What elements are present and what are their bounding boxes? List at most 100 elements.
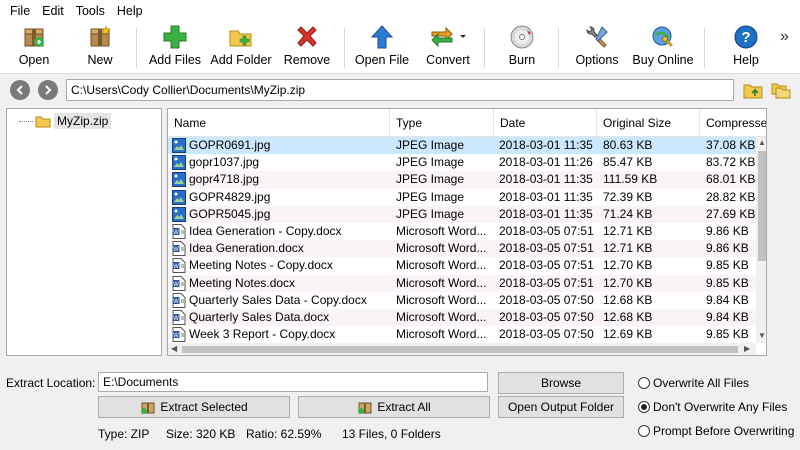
radio-overwrite-all[interactable]: Overwrite All Files [638,376,749,390]
extract-selected-label: Extract Selected [160,400,248,414]
file-name: Week 3 Report - Copy.docx [189,327,336,342]
options-button[interactable]: Options [572,24,622,72]
table-row[interactable]: GOPR4829.jpg JPEG Image 2018-03-01 11:35 72… [168,189,756,206]
up-arrow-icon [369,24,395,50]
cell-name: W Idea Generation - Copy.docx [172,223,388,240]
horizontal-scrollbar[interactable]: ◀ ▶ [168,343,756,355]
radio-dont-overwrite[interactable]: Don't Overwrite Any Files [638,400,787,414]
forward-button[interactable] [38,80,58,100]
table-row[interactable]: GOPR0691.jpg JPEG Image 2018-03-01 11:35 80… [168,137,756,155]
menu-tools[interactable]: Tools [70,4,111,18]
toolbar-overflow-chevron[interactable]: » [780,28,789,46]
scroll-left-arrow-icon[interactable]: ◀ [171,344,177,353]
tree-item-root[interactable]: MyZip.zip [19,113,112,129]
radio-prompt[interactable]: Prompt Before Overwriting [638,424,794,438]
word-file-icon: W [172,241,189,257]
radio-circle [638,377,650,389]
extract-selected-icon [141,402,155,414]
new-label: New [87,53,113,67]
cell-name: W Meeting Notes.docx [172,275,388,292]
cell-date: 2018-03-01 11:35 [499,138,593,152]
extract-all-button[interactable]: Extract All [298,396,490,418]
table-row[interactable]: W Idea Generation.docx Microsoft Word... 20… [168,240,756,258]
table-row[interactable]: W Quarterly Sales Data.docx Microsoft Word… [168,308,756,327]
address-path-field[interactable]: C:\Users\Cody Collier\Documents\MyZip.zi… [66,79,734,101]
cell-original-size: 85.47 KB [603,155,653,170]
column-header-name[interactable]: Name [168,109,390,137]
burn-label: Burn [508,53,536,67]
table-row[interactable]: W Quarterly Sales Data - Copy.docx Microso… [168,292,756,309]
scroll-up-arrow-icon[interactable]: ▲ [758,138,766,147]
menu-file[interactable]: File [4,4,36,18]
cell-type: Microsoft Word... [396,275,487,290]
cell-type: JPEG Image [396,189,465,204]
help-button[interactable]: ? Help [728,24,764,72]
cell-name: W Week 3 Report - Copy.docx [172,326,388,343]
burn-button[interactable]: Burn [504,24,540,72]
cell-compressed: 28.82 KB [706,189,756,204]
view-folders-button[interactable] [770,80,792,100]
column-header-date[interactable]: Date [494,109,597,137]
up-folder-button[interactable] [742,80,764,100]
cell-original-size: 12.70 KB [603,275,653,290]
file-name: GOPR0691.jpg [189,138,271,152]
cell-name: W Idea Generation.docx [172,240,388,257]
column-header-type[interactable]: Type [390,109,494,137]
cell-original-size: 12.70 KB [603,258,653,273]
buy-online-button[interactable]: Buy Online [632,24,694,72]
convert-button[interactable]: Convert [424,24,472,72]
extract-selected-button[interactable]: Extract Selected [98,396,290,418]
horizontal-scroll-thumb[interactable] [182,346,738,353]
new-button[interactable]: New [82,24,118,72]
open-output-folder-button[interactable]: Open Output Folder [498,396,624,418]
table-row[interactable]: gopr4718.jpg JPEG Image 2018-03-01 11:35 11… [168,171,756,189]
cell-name: GOPR0691.jpg [172,137,388,154]
file-name: gopr1037.jpg [189,155,260,170]
back-button[interactable] [10,80,30,100]
table-row[interactable]: W Week 3 Report - Copy.docx Microsoft Word… [168,326,756,343]
file-rows: GOPR0691.jpg JPEG Image 2018-03-01 11:35 80… [168,137,756,343]
table-row[interactable]: GOPR5045.jpg JPEG Image 2018-03-01 11:35 71… [168,205,756,223]
forward-arrow-icon [45,85,52,95]
status-type: Type: ZIP [98,427,150,441]
cell-original-size: 111.59 KB [603,172,658,187]
cell-date: 2018-03-05 07:51 [499,275,594,290]
file-name: Idea Generation.docx [189,241,304,256]
radio-overwrite-all-label: Overwrite All Files [653,376,750,390]
scroll-right-arrow-icon[interactable]: ▶ [744,344,750,353]
add-folder-label: Add Folder [210,53,272,67]
table-row[interactable]: W Idea Generation - Copy.docx Microsoft Wo… [168,223,756,240]
column-header-compressed[interactable]: Compressed [700,109,766,137]
open-button[interactable]: Open [14,24,54,72]
cell-original-size: 12.69 KB [603,327,653,342]
scroll-down-arrow-icon[interactable]: ▼ [758,331,766,340]
table-row[interactable]: W Meeting Notes - Copy.docx Microsoft Word… [168,257,756,274]
cell-date: 2018-03-05 07:50 [499,327,594,342]
browse-button[interactable]: Browse [498,372,624,394]
cell-original-size: 72.39 KB [603,189,653,204]
cell-original-size: 12.68 KB [603,309,653,324]
vertical-scroll-thumb[interactable] [758,151,766,261]
extract-all-icon [358,402,372,414]
cell-original-size: 80.63 KB [603,138,653,152]
add-folder-button[interactable]: Add Folder [210,24,272,72]
cell-type: Microsoft Word... [396,241,487,256]
table-row[interactable]: gopr1037.jpg JPEG Image 2018-03-01 11:26 85… [168,154,756,171]
column-header-original-size[interactable]: Original Size [597,109,700,137]
cell-date: 2018-03-05 07:51 [499,223,594,238]
add-files-label: Add Files [148,53,202,67]
menu-help[interactable]: Help [111,4,149,18]
buy-online-label: Buy Online [632,53,694,67]
open-file-label: Open File [354,53,410,67]
add-files-button[interactable]: Add Files [148,24,202,72]
extract-location-input[interactable]: E:\Documents [98,372,488,392]
cell-compressed: 68.01 KB [706,172,756,187]
vertical-scrollbar[interactable]: ▲ ▼ [756,137,766,343]
open-file-button[interactable]: Open File [354,24,410,72]
menu-edit[interactable]: Edit [36,4,70,18]
file-name: Meeting Notes.docx [189,275,296,290]
remove-button[interactable]: Remove [282,24,332,72]
table-row[interactable]: W Meeting Notes.docx Microsoft Word... 2018… [168,274,756,292]
cell-type: Microsoft Word... [396,309,487,324]
extract-location-label: Extract Location: [6,376,96,390]
